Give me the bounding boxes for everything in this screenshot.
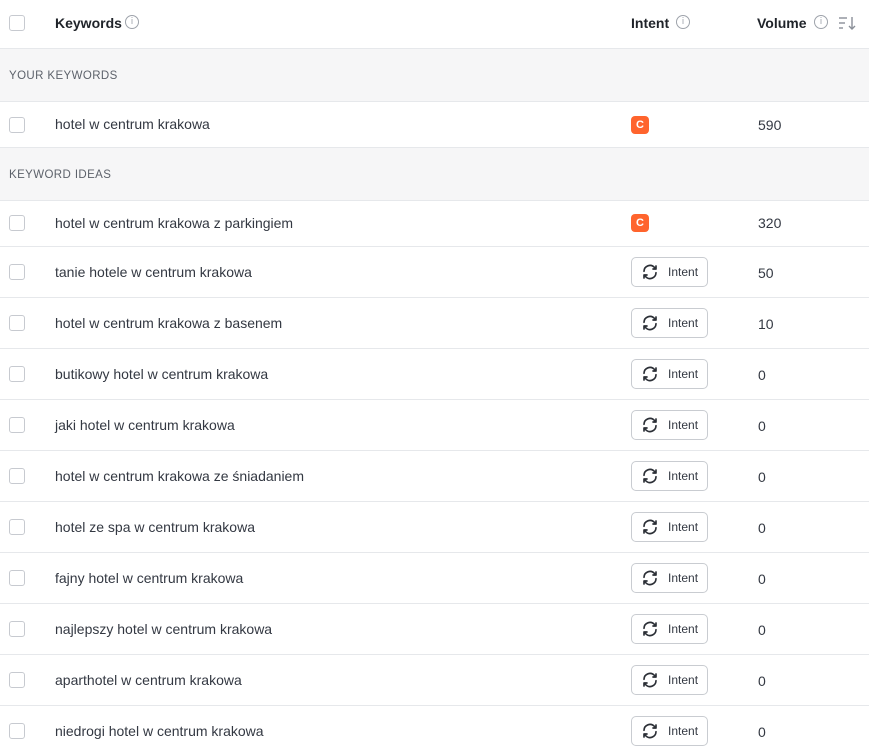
keyword-text: hotel w centrum krakowa ze śniadaniem [55, 468, 305, 484]
intent-button-label: Intent [668, 724, 699, 738]
row-checkbox[interactable] [9, 264, 25, 280]
refresh-icon [643, 570, 657, 586]
keyword-text: hotel w centrum krakowa z basenem [55, 315, 283, 331]
row-checkbox[interactable] [9, 723, 25, 739]
row-checkbox[interactable] [9, 366, 25, 382]
keyword-text: najlepszy hotel w centrum krakowa [55, 621, 273, 637]
get-intent-button[interactable]: Intent [631, 614, 708, 644]
intent-info-icon[interactable]: i [676, 15, 690, 29]
volume-value: 50 [758, 265, 774, 281]
keyword-text: butikowy hotel w centrum krakowa [55, 366, 269, 382]
section-label: KEYWORD IDEAS [9, 169, 112, 181]
table-row: niedrogi hotel w centrum krakowa Intent … [0, 706, 869, 750]
table-row: butikowy hotel w centrum krakowa Intent … [0, 349, 869, 400]
section-label: YOUR KEYWORDS [9, 70, 118, 82]
get-intent-button[interactable]: Intent [631, 257, 708, 287]
table-row: hotel ze spa w centrum krakowa Intent 0 [0, 502, 869, 553]
table-row: hotel w centrum krakowa z basenem Intent… [0, 298, 869, 349]
refresh-icon [643, 264, 657, 280]
keyword-text: hotel ze spa w centrum krakowa [55, 519, 255, 535]
intent-button-label: Intent [668, 622, 699, 636]
volume-info-icon[interactable]: i [814, 15, 828, 29]
volume-value: 0 [758, 724, 766, 740]
row-checkbox[interactable] [9, 570, 25, 586]
refresh-icon [643, 417, 657, 433]
keywords-info-icon[interactable]: i [125, 15, 139, 29]
refresh-icon [643, 315, 657, 331]
commercial-intent-badge: C [631, 214, 649, 232]
get-intent-button[interactable]: Intent [631, 665, 708, 695]
get-intent-button[interactable]: Intent [631, 308, 708, 338]
refresh-icon [643, 519, 657, 535]
keyword-text: hotel w centrum krakowa [55, 116, 210, 132]
table-row: jaki hotel w centrum krakowa Intent 0 [0, 400, 869, 451]
volume-value: 0 [758, 571, 766, 587]
table-row: fajny hotel w centrum krakowa Intent 0 [0, 553, 869, 604]
get-intent-button[interactable]: Intent [631, 563, 708, 593]
intent-button-label: Intent [668, 520, 699, 534]
keyword-text: fajny hotel w centrum krakowa [55, 570, 244, 586]
keyword-text: niedrogi hotel w centrum krakowa [55, 723, 264, 739]
refresh-icon [643, 621, 657, 637]
volume-value: 0 [758, 622, 766, 638]
row-checkbox[interactable] [9, 215, 25, 231]
get-intent-button[interactable]: Intent [631, 410, 708, 440]
row-checkbox[interactable] [9, 672, 25, 688]
intent-column-header[interactable]: Intent [631, 15, 669, 31]
intent-button-label: Intent [668, 673, 699, 687]
row-checkbox[interactable] [9, 621, 25, 637]
refresh-icon [643, 468, 657, 484]
intent-button-label: Intent [668, 265, 699, 279]
table-row: hotel w centrum krakowa z parkingiem C 3… [0, 201, 869, 247]
keyword-text: hotel w centrum krakowa z parkingiem [55, 215, 294, 231]
intent-button-label: Intent [668, 469, 699, 483]
select-all-checkbox[interactable] [9, 15, 25, 31]
keyword-text: tanie hotele w centrum krakowa [55, 264, 252, 280]
keyword-text: aparthotel w centrum krakowa [55, 672, 242, 688]
table-row: tanie hotele w centrum krakowa Intent 50 [0, 247, 869, 298]
row-checkbox[interactable] [9, 468, 25, 484]
table-header: Keywords i Intent i Volume i [0, 0, 869, 49]
get-intent-button[interactable]: Intent [631, 512, 708, 542]
intent-button-label: Intent [668, 367, 699, 381]
section-your-keywords: YOUR KEYWORDS [0, 49, 869, 102]
refresh-icon [643, 366, 657, 382]
get-intent-button[interactable]: Intent [631, 716, 708, 746]
volume-value: 0 [758, 418, 766, 434]
volume-column-header[interactable]: Volume [757, 15, 807, 31]
volume-value: 0 [758, 520, 766, 536]
volume-value: 10 [758, 316, 774, 332]
table-row: aparthotel w centrum krakowa Intent 0 [0, 655, 869, 706]
volume-value: 0 [758, 469, 766, 485]
get-intent-button[interactable]: Intent [631, 461, 708, 491]
refresh-icon [643, 723, 657, 739]
intent-button-label: Intent [668, 316, 699, 330]
volume-value: 0 [758, 367, 766, 383]
section-keyword-ideas: KEYWORD IDEAS [0, 148, 869, 201]
intent-button-label: Intent [668, 418, 699, 432]
sort-icon[interactable] [838, 15, 856, 31]
keyword-table: Keywords i Intent i Volume i YOUR KEYWOR… [0, 0, 869, 750]
row-checkbox[interactable] [9, 417, 25, 433]
refresh-icon [643, 672, 657, 688]
volume-value: 320 [758, 215, 782, 231]
volume-value: 590 [758, 117, 782, 133]
table-row: hotel w centrum krakowa C 590 [0, 102, 869, 148]
intent-button-label: Intent [668, 571, 699, 585]
row-checkbox[interactable] [9, 519, 25, 535]
keyword-text: jaki hotel w centrum krakowa [55, 417, 235, 433]
row-checkbox[interactable] [9, 315, 25, 331]
table-row: hotel w centrum krakowa ze śniadaniem In… [0, 451, 869, 502]
volume-value: 0 [758, 673, 766, 689]
get-intent-button[interactable]: Intent [631, 359, 708, 389]
keywords-column-header[interactable]: Keywords [55, 15, 122, 31]
row-checkbox[interactable] [9, 117, 25, 133]
commercial-intent-badge: C [631, 116, 649, 134]
table-row: najlepszy hotel w centrum krakowa Intent… [0, 604, 869, 655]
